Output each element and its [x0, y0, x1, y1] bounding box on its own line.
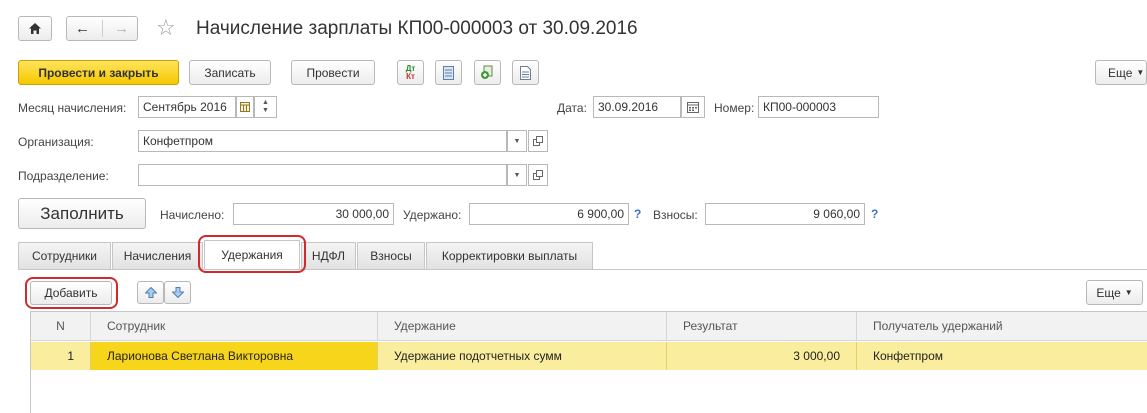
home-icon [29, 23, 41, 34]
cell-n: 1 [31, 342, 91, 370]
tab-accruals[interactable]: Начисления [112, 242, 203, 269]
accrued-value: 30 000,00 [233, 203, 394, 225]
document-list-icon [443, 65, 454, 80]
cell-employee[interactable]: Ларионова Светлана Викторовна [91, 342, 378, 370]
date-label: Дата: [557, 101, 587, 115]
dt-kt-button[interactable]: Дт Кт [397, 60, 424, 85]
tab-payment-corrections[interactable]: Корректировки выплаты [426, 242, 593, 269]
department-field[interactable] [138, 164, 507, 186]
withheld-value: 6 900,00 [469, 203, 629, 225]
back-arrow-icon[interactable]: ← [75, 20, 90, 37]
date-field[interactable]: 30.09.2016 [593, 96, 681, 118]
calendar-icon [240, 102, 250, 112]
more-menu-button[interactable]: Еще ▼ [1095, 60, 1147, 85]
column-recipient[interactable]: Получатель удержаний [857, 312, 1147, 340]
caret-down-icon: ▼ [513, 137, 521, 145]
cell-result[interactable]: 3 000,00 [667, 342, 857, 370]
list-button[interactable] [435, 60, 462, 85]
contributions-help-icon[interactable]: ? [871, 207, 878, 221]
stepper-up-icon[interactable]: ▲ [262, 99, 269, 107]
department-open-button[interactable] [528, 164, 548, 186]
organization-field[interactable]: Конфетпром [138, 130, 507, 152]
stepper-down-icon[interactable]: ▼ [262, 107, 269, 115]
contributions-value: 9 060,00 [705, 203, 865, 225]
date-calendar-button[interactable] [681, 96, 705, 118]
annotation-deductions-tab [198, 235, 306, 273]
post-button[interactable]: Провести [291, 60, 375, 85]
grid-header-underline [31, 340, 1147, 341]
forward-arrow-icon[interactable]: → [114, 20, 129, 37]
open-form-icon [533, 170, 543, 180]
more-label: Еще [1108, 65, 1133, 80]
grid-more-button[interactable]: Еще ▼ [1086, 280, 1143, 305]
page-title: Начисление зарплаты КП00-000003 от 30.09… [196, 18, 638, 39]
department-dropdown-button[interactable]: ▼ [507, 164, 527, 186]
withheld-help-icon[interactable]: ? [634, 207, 641, 221]
cell-deduction[interactable]: Удержание подотчетных сумм [378, 342, 667, 370]
fill-button[interactable]: Заполнить [18, 198, 146, 229]
dt-kt-icon: Дт Кт [405, 63, 416, 81]
create-based-on-icon [481, 65, 493, 79]
move-up-button[interactable] [137, 281, 164, 304]
tab-contributions[interactable]: Взносы [357, 242, 425, 269]
column-n[interactable]: N [31, 312, 91, 340]
cell-recipient[interactable]: Конфетпром [857, 342, 1147, 370]
save-button[interactable]: Записать [189, 60, 271, 85]
nav-group: ← → [66, 16, 138, 41]
department-label: Подразделение: [18, 169, 109, 183]
calendar-button[interactable] [236, 96, 254, 118]
organization-open-button[interactable] [528, 130, 548, 152]
tab-employees[interactable]: Сотрудники [18, 242, 111, 269]
arrow-up-icon [144, 287, 157, 298]
accrued-label: Начислено: [160, 208, 225, 222]
open-form-icon [533, 136, 543, 146]
month-stepper[interactable]: ▲ ▼ [254, 96, 277, 118]
withheld-label: Удержано: [403, 208, 462, 222]
post-and-close-button[interactable]: Провести и закрыть [18, 60, 179, 85]
home-button[interactable] [18, 16, 52, 41]
caret-down-icon: ▼ [1124, 288, 1133, 297]
contributions-label: Взносы: [653, 208, 698, 222]
print-button[interactable] [512, 60, 539, 85]
calendar-icon [687, 101, 699, 113]
print-document-icon [520, 65, 531, 80]
column-employee[interactable]: Сотрудник [91, 312, 378, 340]
grid-more-label: Еще [1096, 285, 1121, 300]
caret-down-icon: ▼ [513, 171, 521, 179]
number-label: Номер: [714, 101, 755, 115]
column-result[interactable]: Результат [667, 312, 857, 340]
month-label: Месяц начисления: [18, 101, 127, 115]
arrow-down-icon [171, 287, 184, 298]
annotation-add-button [25, 277, 118, 309]
organization-label: Организация: [18, 135, 94, 149]
organization-dropdown-button[interactable]: ▼ [507, 130, 527, 152]
create-based-on-button[interactable] [474, 60, 501, 85]
tab-ndfl[interactable]: НДФЛ [301, 242, 356, 269]
column-deduction[interactable]: Удержание [378, 312, 667, 340]
caret-down-icon: ▼ [1136, 68, 1145, 77]
month-field[interactable]: Сентябрь 2016 [138, 96, 236, 118]
number-field[interactable]: КП00-000003 [758, 96, 879, 118]
favorite-star-icon[interactable]: ☆ [156, 14, 176, 42]
tab-baseline [18, 269, 1147, 270]
move-down-button[interactable] [164, 281, 191, 304]
